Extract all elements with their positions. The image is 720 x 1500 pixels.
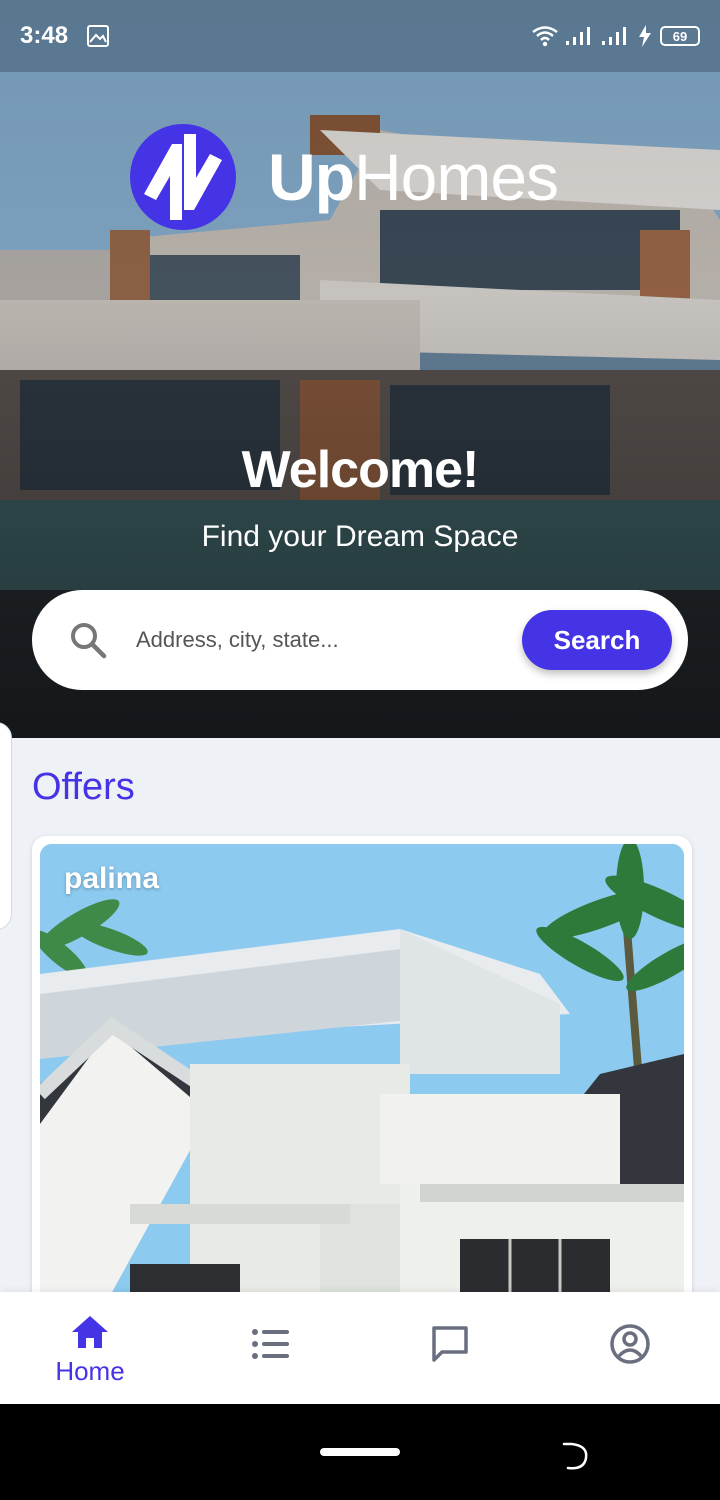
image-icon xyxy=(87,25,109,47)
offer-house-image xyxy=(40,844,684,1306)
battery-icon: 69 xyxy=(660,26,700,46)
back-gesture-icon[interactable] xyxy=(560,1440,592,1472)
system-navigation-bar xyxy=(0,1404,720,1500)
offers-heading: Offers xyxy=(32,766,135,808)
nav-messages[interactable] xyxy=(360,1292,540,1404)
signal-icon xyxy=(602,27,626,45)
side-drawer-handle[interactable] xyxy=(0,722,12,930)
charging-icon xyxy=(639,25,651,47)
status-bar: 3:48 69 xyxy=(0,0,720,72)
offer-image: palima xyxy=(40,844,684,1306)
status-time: 3:48 xyxy=(20,22,69,49)
chat-icon xyxy=(432,1326,468,1362)
welcome-heading: Welcome! xyxy=(241,441,480,499)
nav-listings[interactable] xyxy=(180,1292,360,1404)
search-input[interactable] xyxy=(136,618,506,662)
signal-icon xyxy=(566,27,590,45)
nav-home[interactable]: Home xyxy=(0,1292,180,1404)
wifi-icon xyxy=(532,26,558,47)
brand-name-bold: Up xyxy=(268,140,355,214)
home-gesture-pill[interactable] xyxy=(320,1448,400,1456)
nav-home-label: Home xyxy=(55,1356,125,1386)
bottom-navigation: Home xyxy=(0,1292,720,1404)
brand-name: UpHomes xyxy=(268,139,559,215)
uphomes-logo-icon xyxy=(130,124,236,230)
app-logo: UpHomes xyxy=(130,124,559,230)
brand-name-light: Homes xyxy=(353,140,559,214)
offer-card[interactable]: palima xyxy=(32,836,692,1306)
search-icon xyxy=(71,623,107,659)
search-button[interactable]: Search xyxy=(522,610,672,670)
status-icons: 69 xyxy=(532,22,700,50)
list-icon xyxy=(252,1329,289,1359)
offer-title: palima xyxy=(64,862,160,895)
home-icon xyxy=(72,1316,108,1348)
nav-profile[interactable] xyxy=(540,1292,720,1404)
search-bar: Search xyxy=(32,590,688,690)
tagline: Find your Dream Space xyxy=(201,520,519,553)
battery-level: 69 xyxy=(672,28,688,44)
account-icon xyxy=(610,1324,650,1364)
